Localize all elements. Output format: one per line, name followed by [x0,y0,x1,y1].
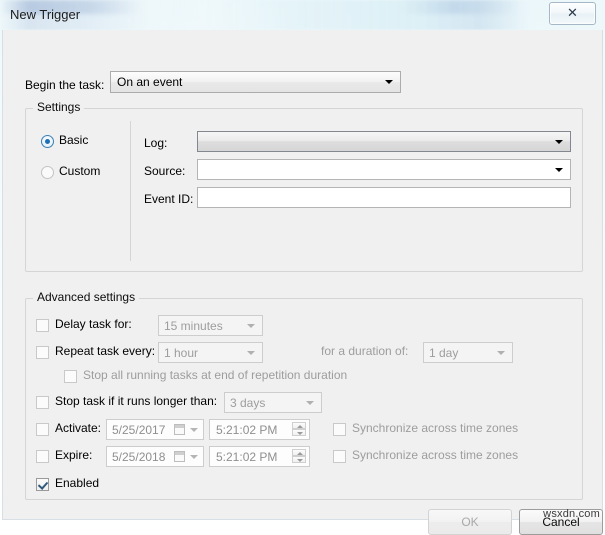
stop-longer-checkbox[interactable] [36,396,49,409]
activate-time-spinner[interactable] [292,422,306,437]
stop-all-running-checkbox[interactable] [64,370,77,383]
duration-value: 1 day [429,346,459,360]
chevron-down-icon [190,454,198,459]
chevron-down-icon [555,167,563,172]
chevron-down-icon [247,323,255,328]
activate-sync-timezones-label: Synchronize across time zones [352,421,519,435]
repeat-task-value: 1 hour [164,346,199,360]
log-combobox[interactable] [197,131,571,152]
enabled-checkbox[interactable] [36,478,49,491]
advanced-settings-groupbox-title: Advanced settings [33,290,140,304]
repeat-task-combobox[interactable]: 1 hour [158,342,263,363]
chevron-down-icon [306,400,314,405]
close-icon: ✕ [567,6,578,21]
repeat-task-checkbox[interactable] [36,346,49,359]
expire-date-value: 5/25/2018 [112,450,166,464]
stop-longer-value: 3 days [230,396,266,410]
repeat-task-label: Repeat task every: [55,344,156,358]
expire-time-field[interactable]: 5:21:02 PM [209,446,310,467]
expire-checkbox[interactable] [36,450,49,463]
begin-task-label: Begin the task: [25,78,105,92]
expire-sync-timezones-label: Synchronize across time zones [352,448,519,462]
chevron-down-icon [497,350,505,355]
activate-sync-timezones-checkbox[interactable] [333,423,346,436]
expire-time-spinner[interactable] [292,449,306,464]
begin-task-value: On an event [117,75,183,89]
stop-all-running-label: Stop all running tasks at end of repetit… [83,368,348,382]
delay-task-checkbox[interactable] [36,319,49,332]
chevron-down-icon [190,427,198,432]
source-combobox[interactable] [197,159,571,180]
duration-label: for a duration of: [321,344,409,358]
chevron-down-icon [385,80,393,84]
activate-time-value: 5:21:02 PM [216,423,278,437]
radio-basic-label[interactable]: Basic [59,133,88,147]
watermark: wsxdn.com [543,508,600,520]
new-trigger-dialog: New Trigger ✕ Begin the task: On an even… [0,0,605,535]
titlebar: New Trigger ✕ [0,0,605,32]
spinner-up-icon[interactable] [292,422,306,429]
activate-label: Activate: [55,421,102,435]
expire-sync-timezones-checkbox[interactable] [333,450,346,463]
delay-task-label: Delay task for: [55,317,132,331]
event-id-label: Event ID: [144,192,194,206]
close-button[interactable]: ✕ [549,2,596,25]
settings-groupbox-title: Settings [33,100,85,114]
radio-basic[interactable] [41,135,54,148]
spinner-down-icon[interactable] [292,456,306,463]
expire-time-value: 5:21:02 PM [216,450,278,464]
settings-divider [130,121,131,261]
stop-longer-combobox[interactable]: 3 days [224,392,322,413]
delay-task-value: 15 minutes [164,319,223,333]
radio-custom[interactable] [41,166,54,179]
ok-button[interactable]: OK [428,509,512,535]
activate-date-value: 5/25/2017 [112,423,166,437]
chevron-down-icon [555,139,563,144]
calendar-icon [174,424,185,435]
spinner-down-icon[interactable] [292,429,306,436]
expire-date-picker[interactable]: 5/25/2018 [106,446,204,467]
delay-task-combobox[interactable]: 15 minutes [158,315,263,336]
chevron-down-icon [247,350,255,355]
spinner-up-icon[interactable] [292,449,306,456]
duration-combobox[interactable]: 1 day [423,342,513,363]
activate-checkbox[interactable] [36,423,49,436]
log-label: Log: [144,136,168,150]
event-id-input[interactable] [197,187,571,208]
begin-task-combobox[interactable]: On an event [110,71,401,93]
dialog-client-area: Begin the task: On an event Settings Bas… [2,30,603,535]
activate-time-field[interactable]: 5:21:02 PM [209,419,310,440]
expire-label: Expire: [55,448,93,462]
stop-longer-label: Stop task if it runs longer than: [55,394,218,408]
source-label: Source: [144,164,186,178]
window-title: New Trigger [10,7,81,22]
enabled-label: Enabled [55,476,100,490]
calendar-icon [174,451,185,462]
radio-custom-label[interactable]: Custom [59,164,100,178]
activate-date-picker[interactable]: 5/25/2017 [106,419,204,440]
